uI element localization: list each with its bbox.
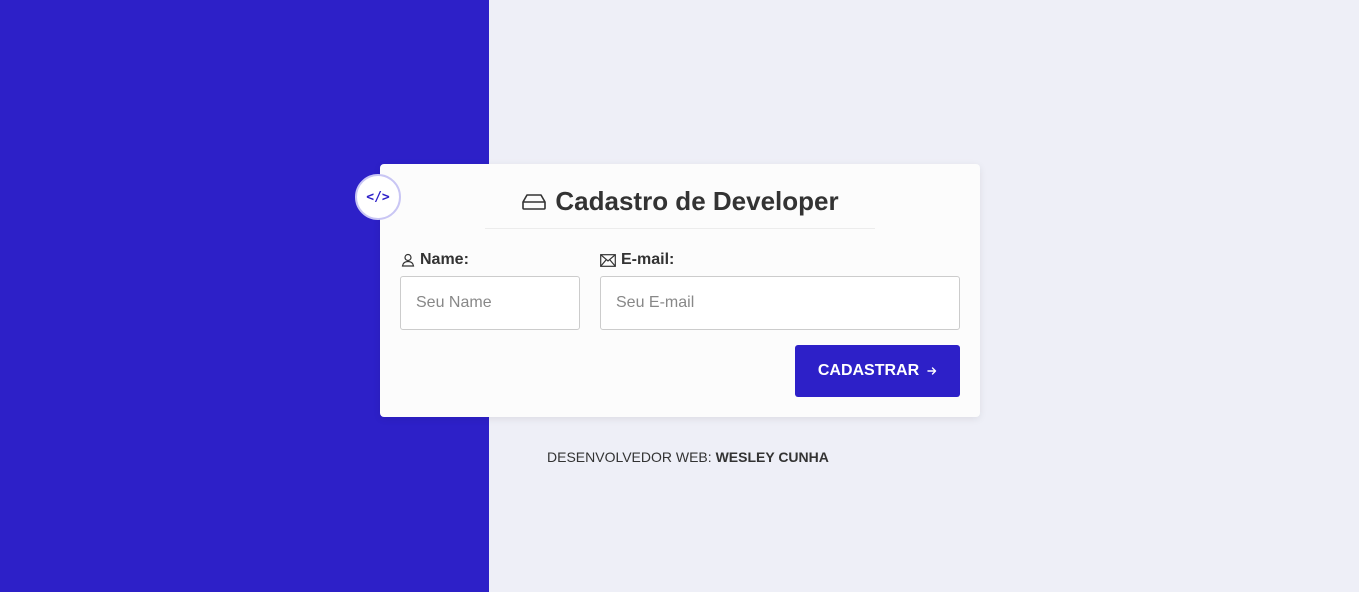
footer-credit: DESENVOLVEDOR WEB: WESLEY CUNHA [547,449,829,465]
register-card: Cadastro de Developer Name: E-mail: CADA… [380,164,980,417]
email-input[interactable] [600,276,960,330]
name-label-text: Name: [420,251,469,268]
register-button-label: CADASTRAR [817,362,920,379]
email-label-text: E-mail: [621,251,675,268]
email-label: E-mail: [600,251,674,269]
footer-prefix: DESENVOLVEDOR WEB: [547,449,712,465]
register-button[interactable]: CADASTRAR [795,345,960,397]
hard-drive-icon [522,193,547,210]
title-text: Cadastro de Developer [555,186,839,216]
name-label: Name: [401,251,469,269]
card-title: Cadastro de Developer [380,186,980,217]
title-divider [485,228,875,229]
name-input[interactable] [400,276,580,330]
arrow-right-icon [927,367,937,375]
envelope-icon [600,253,616,267]
user-icon [401,253,415,267]
code-icon: </> [355,174,401,220]
footer-author: WESLEY CUNHA [715,449,829,465]
